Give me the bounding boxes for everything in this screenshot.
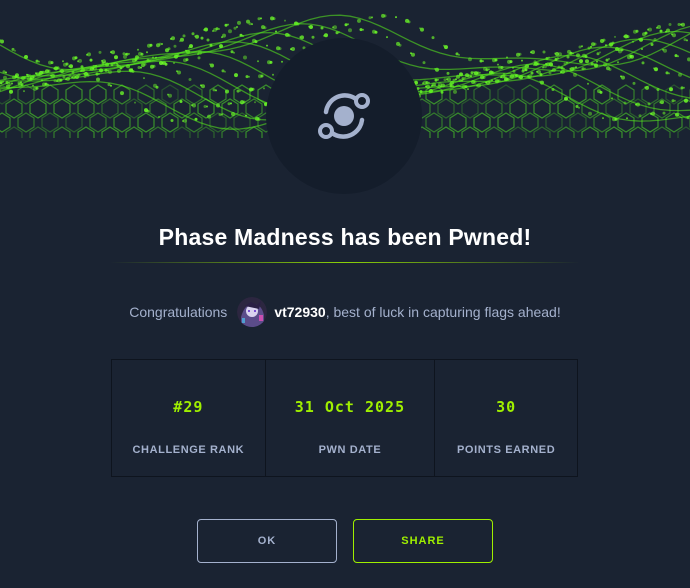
congrats-message: Congratulations vt72930 , best of luck i… [0, 296, 690, 328]
stat-value: 30 [496, 398, 517, 416]
share-button[interactable]: SHARE [353, 519, 493, 563]
stat-challenge-rank: #29 CHALLENGE RANK [112, 360, 266, 476]
stat-points-earned: 30 POINTS EARNED [435, 360, 577, 476]
stat-label: POINTS EARNED [456, 444, 556, 456]
congrats-prefix: Congratulations [129, 304, 228, 320]
ok-button[interactable]: OK [197, 519, 337, 563]
stat-value: 31 Oct 2025 [294, 398, 406, 416]
modal-title: Phase Madness has been Pwned! [158, 224, 532, 250]
pwned-modal: Phase Madness has been Pwned! Congratula… [0, 0, 690, 588]
user-avatar[interactable] [237, 297, 268, 327]
stat-label: PWN DATE [318, 444, 382, 456]
orbit-icon [318, 93, 370, 139]
challenge-badge [266, 38, 422, 194]
title-divider [110, 262, 580, 263]
stat-value: #29 [173, 398, 204, 416]
stat-pwn-date: 31 Oct 2025 PWN DATE [266, 360, 436, 476]
username-link[interactable]: vt72930 [274, 304, 325, 320]
congrats-suffix: , best of luck in capturing flags ahead! [325, 304, 561, 320]
stat-label: CHALLENGE RANK [132, 444, 245, 456]
stats-panel: #29 CHALLENGE RANK 31 Oct 2025 PWN DATE … [111, 359, 578, 477]
